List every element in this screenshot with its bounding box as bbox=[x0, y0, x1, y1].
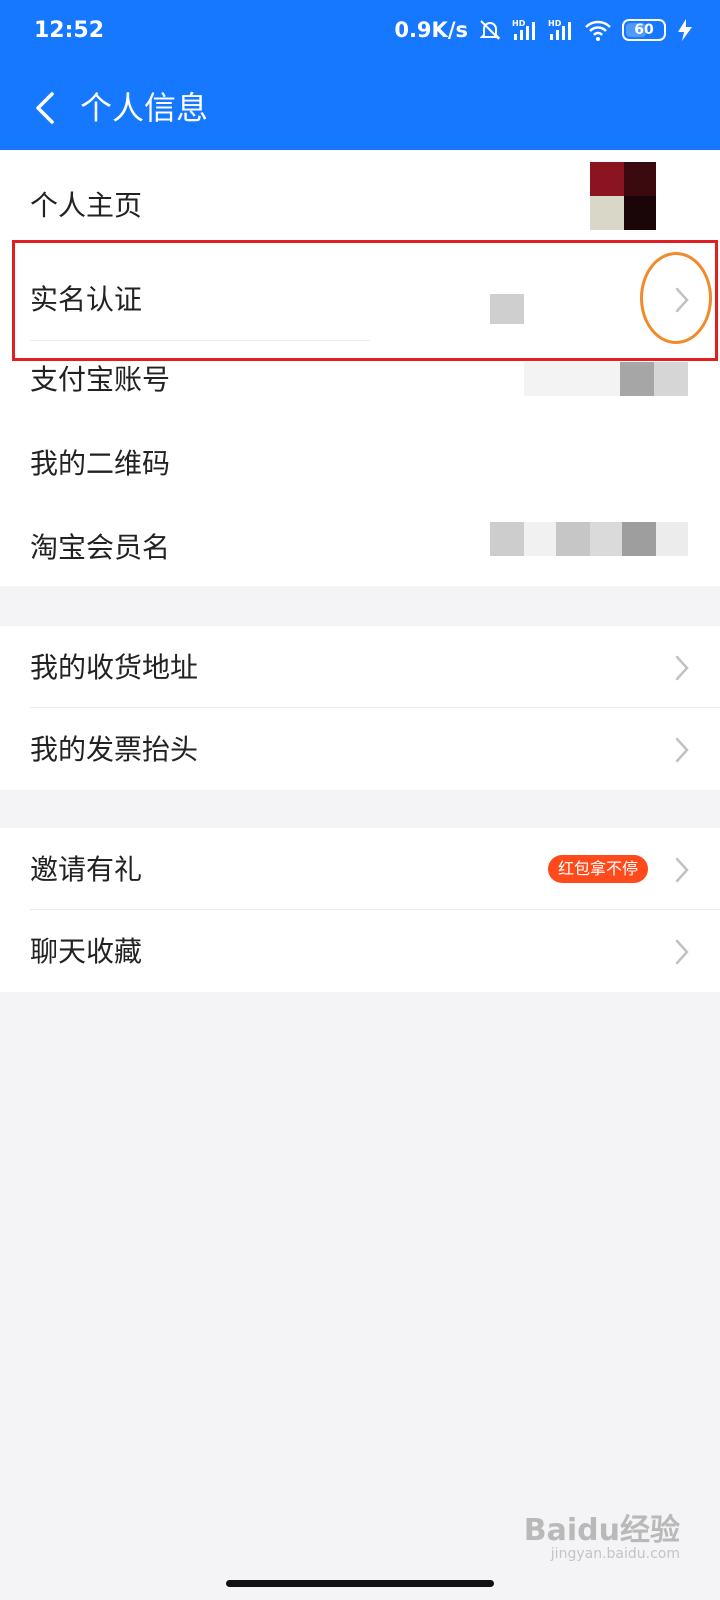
signal-hd-label: HD bbox=[512, 19, 526, 28]
row-invite-gift[interactable]: 邀请有礼 红包拿不停 bbox=[0, 828, 720, 912]
row-invite-label: 邀请有礼 bbox=[30, 853, 143, 886]
avatar-redacted-4 bbox=[624, 196, 656, 230]
back-arrow-icon bbox=[36, 92, 54, 124]
taobao-name-redacted-5 bbox=[622, 522, 656, 556]
taobao-name-redacted-3 bbox=[556, 522, 590, 556]
row-taobao-name[interactable]: 淘宝会员名 bbox=[0, 506, 720, 590]
signal-icon: HD bbox=[512, 18, 538, 42]
avatar-redacted-2 bbox=[624, 162, 656, 196]
account-redacted-3 bbox=[654, 362, 688, 396]
account-redacted bbox=[524, 362, 620, 396]
home-indicator[interactable] bbox=[226, 1580, 494, 1587]
row-homepage-label: 个人主页 bbox=[30, 189, 143, 222]
battery-percent: 60 bbox=[634, 22, 654, 38]
nav-bar: 个人信息 bbox=[0, 70, 720, 146]
row-qr-label: 我的二维码 bbox=[30, 447, 171, 480]
net-speed: 0.9K/s bbox=[394, 18, 468, 42]
battery-icon: 60 bbox=[622, 19, 666, 41]
extras-section: 邀请有礼 红包拿不停 聊天收藏 bbox=[0, 828, 720, 992]
row-alipay-label: 支付宝账号 bbox=[30, 363, 171, 396]
baidu-watermark-url: jingyan.baidu.com bbox=[550, 1546, 680, 1562]
row-chat-label: 聊天收藏 bbox=[30, 935, 143, 968]
taobao-name-redacted bbox=[490, 522, 524, 556]
page-title: 个人信息 bbox=[80, 89, 209, 127]
taobao-name-redacted-2 bbox=[524, 522, 556, 556]
app-header: 12:52 0.9K/s HD HD 60 个人信息 bbox=[0, 0, 720, 150]
address-section: 我的收货地址 我的发票抬头 bbox=[0, 626, 720, 790]
signal-hd-label-2: HD bbox=[548, 19, 562, 28]
avatar-redacted-3 bbox=[590, 196, 624, 230]
row-homepage[interactable]: 个人主页 bbox=[0, 162, 720, 248]
verify-status-redacted bbox=[490, 294, 524, 324]
avatar-redacted bbox=[590, 162, 624, 196]
red-packet-badge: 红包拿不停 bbox=[547, 855, 648, 883]
status-bar: 12:52 0.9K/s HD HD 60 bbox=[0, 0, 720, 66]
account-redacted-2 bbox=[620, 362, 654, 396]
chevron-right-icon bbox=[675, 939, 689, 965]
row-address-label: 我的收货地址 bbox=[30, 651, 199, 684]
chevron-right-icon bbox=[675, 857, 689, 883]
chevron-right-icon bbox=[675, 737, 689, 763]
row-shipping-address[interactable]: 我的收货地址 bbox=[0, 626, 720, 710]
wifi-icon bbox=[584, 18, 612, 42]
row-real-name-verify[interactable]: 实名认证 bbox=[0, 258, 720, 342]
row-qr-code[interactable]: 我的二维码 bbox=[0, 422, 720, 506]
row-real-name-label: 实名认证 bbox=[30, 283, 143, 316]
row-alipay-account[interactable]: 支付宝账号 bbox=[0, 338, 720, 422]
signal-icon-2: HD bbox=[548, 18, 574, 42]
taobao-name-redacted-4 bbox=[590, 522, 622, 556]
row-invoice-label: 我的发票抬头 bbox=[30, 733, 199, 766]
row-invoice-title[interactable]: 我的发票抬头 bbox=[0, 708, 720, 792]
row-taobao-label: 淘宝会员名 bbox=[30, 531, 171, 564]
status-icons: 0.9K/s HD HD 60 bbox=[394, 18, 694, 42]
chevron-right-icon bbox=[675, 287, 689, 313]
taobao-name-redacted-6 bbox=[656, 522, 688, 556]
back-button[interactable] bbox=[30, 86, 66, 130]
mute-bell-icon bbox=[478, 18, 502, 42]
chevron-right-icon bbox=[675, 655, 689, 681]
status-time: 12:52 bbox=[34, 18, 105, 43]
profile-section: 个人主页 实名认证 支付宝账号 我的二维码 淘宝会员名 bbox=[0, 150, 720, 586]
row-chat-favorites[interactable]: 聊天收藏 bbox=[0, 910, 720, 994]
baidu-watermark: Baidu经验 bbox=[523, 1513, 680, 1548]
charging-icon bbox=[676, 18, 694, 42]
